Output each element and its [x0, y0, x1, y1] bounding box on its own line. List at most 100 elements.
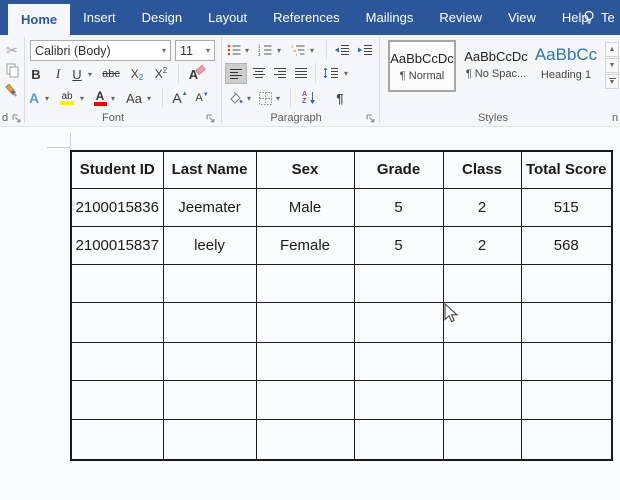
tab-view[interactable]: View [495, 0, 549, 35]
table-cell[interactable] [162, 379, 257, 420]
subscript-button[interactable]: X2 [128, 64, 146, 84]
change-case-dropdown[interactable]: ▾ [144, 88, 154, 108]
cut-button[interactable]: ✂ [3, 40, 21, 60]
table-header-cell[interactable]: Sex [255, 150, 355, 189]
table-cell[interactable] [255, 379, 355, 420]
shading-button[interactable] [226, 88, 244, 108]
table-header-cell[interactable]: Class [442, 150, 522, 189]
table-cell[interactable]: Jeemater [162, 187, 257, 227]
table-cell[interactable] [442, 418, 522, 461]
justify-button[interactable] [291, 63, 311, 83]
table-cell[interactable]: 568 [520, 225, 613, 265]
bullets-button[interactable] [226, 40, 242, 60]
table-cell[interactable] [70, 341, 164, 381]
table-cell[interactable] [353, 418, 444, 461]
table-cell[interactable] [520, 301, 613, 343]
clipboard-dialog-launcher[interactable] [12, 114, 22, 124]
table-cell[interactable] [520, 379, 613, 420]
tab-insert[interactable]: Insert [70, 0, 129, 35]
font-name-combobox[interactable]: Calibri (Body) ▾ [30, 40, 171, 61]
table-cell[interactable] [255, 341, 355, 381]
multilevel-list-button[interactable]: 1ai [290, 40, 306, 60]
font-dialog-launcher[interactable] [206, 114, 216, 124]
table-cell[interactable] [255, 301, 355, 343]
copy-button[interactable] [3, 60, 21, 80]
table-header-cell[interactable]: Student ID [70, 150, 164, 189]
align-center-button[interactable] [249, 63, 269, 83]
font-color-dropdown[interactable]: ▾ [108, 88, 118, 108]
table-cell[interactable] [353, 341, 444, 381]
table-cell[interactable]: 5 [353, 187, 444, 227]
table-cell[interactable]: 2 [442, 187, 522, 227]
table-cell[interactable] [162, 301, 257, 343]
numbering-dropdown[interactable]: ▾ [274, 40, 284, 60]
tab-home[interactable]: Home [8, 4, 71, 35]
font-size-combobox[interactable]: 11 ▾ [175, 40, 215, 61]
underline-button[interactable]: U [70, 64, 84, 84]
table-header-cell[interactable]: Last Name [162, 150, 257, 189]
table-cell[interactable] [520, 341, 613, 381]
table-cell[interactable] [442, 341, 522, 381]
table-cell[interactable] [353, 263, 444, 303]
table-cell[interactable] [70, 301, 164, 343]
table-cell[interactable]: 515 [520, 187, 613, 227]
grow-font-button[interactable]: A ▲ [170, 88, 190, 108]
align-right-button[interactable] [270, 63, 290, 83]
superscript-button[interactable]: X2 [152, 64, 170, 84]
borders-dropdown[interactable]: ▾ [273, 88, 283, 108]
numbering-button[interactable]: 123 [257, 40, 273, 60]
table-cell[interactable]: 2100015837 [70, 225, 164, 265]
line-spacing-button[interactable] [321, 63, 341, 83]
underline-dropdown[interactable]: ▾ [85, 64, 95, 84]
table-header-cell[interactable]: Grade [353, 150, 444, 189]
styles-scroll-down-button[interactable]: ▼ [605, 58, 619, 73]
table-cell[interactable] [162, 341, 257, 381]
table-cell[interactable]: Male [255, 187, 355, 227]
shrink-font-button[interactable]: A ▼ [192, 88, 212, 108]
table-cell[interactable] [70, 263, 164, 303]
table-cell[interactable] [353, 301, 444, 343]
show-hide-pilcrow-button[interactable]: ¶ [332, 88, 348, 108]
table-cell[interactable] [520, 263, 613, 303]
table-cell[interactable] [70, 418, 164, 461]
strikethrough-button[interactable]: abc [98, 64, 124, 84]
tell-me-button[interactable]: Te [582, 0, 620, 35]
line-spacing-dropdown[interactable]: ▾ [341, 63, 351, 83]
document-canvas[interactable]: Student ID Last Name Sex Grade Class Total Sc… [0, 128, 620, 500]
styles-scroll-up-button[interactable]: ▲ [605, 42, 619, 57]
bullets-dropdown[interactable]: ▾ [242, 40, 252, 60]
table-cell[interactable] [255, 263, 355, 303]
styles-gallery-more-button[interactable]: ▼ [605, 74, 619, 89]
shading-dropdown[interactable]: ▾ [244, 88, 254, 108]
format-painter-button[interactable] [2, 81, 22, 101]
student-table[interactable]: Student ID Last Name Sex Grade Class Total Sc… [70, 150, 613, 461]
tab-design[interactable]: Design [129, 0, 195, 35]
table-cell[interactable] [162, 418, 257, 461]
table-cell[interactable]: 2 [442, 225, 522, 265]
italic-button[interactable]: I [50, 64, 66, 84]
multilevel-list-dropdown[interactable]: ▾ [307, 40, 317, 60]
table-cell[interactable] [520, 418, 613, 461]
table-header-cell[interactable]: Total Score [520, 150, 613, 189]
bold-button[interactable]: B [28, 64, 44, 84]
table-cell[interactable] [353, 379, 444, 420]
clear-formatting-button[interactable]: A [185, 64, 209, 84]
table-cell[interactable] [442, 263, 522, 303]
text-effects-button[interactable]: A [26, 88, 42, 108]
style-card-normal[interactable]: AaBbCcDc ¶ Normal [388, 40, 456, 92]
table-cell[interactable] [255, 418, 355, 461]
tab-layout[interactable]: Layout [195, 0, 260, 35]
style-card-heading-1[interactable]: AaBbCc Heading 1 [532, 40, 600, 92]
table-cell[interactable] [442, 379, 522, 420]
decrease-indent-button[interactable] [333, 40, 351, 60]
paragraph-dialog-launcher[interactable] [366, 114, 376, 124]
table-cell[interactable] [70, 379, 164, 420]
table-cell[interactable]: 5 [353, 225, 444, 265]
tab-mailings[interactable]: Mailings [353, 0, 427, 35]
font-color-button[interactable]: A [92, 88, 108, 108]
text-effects-dropdown[interactable]: ▾ [42, 88, 52, 108]
borders-button[interactable] [257, 88, 273, 108]
align-left-button[interactable] [225, 63, 247, 84]
tab-references[interactable]: References [260, 0, 352, 35]
sort-button[interactable]: A Z [298, 88, 320, 108]
